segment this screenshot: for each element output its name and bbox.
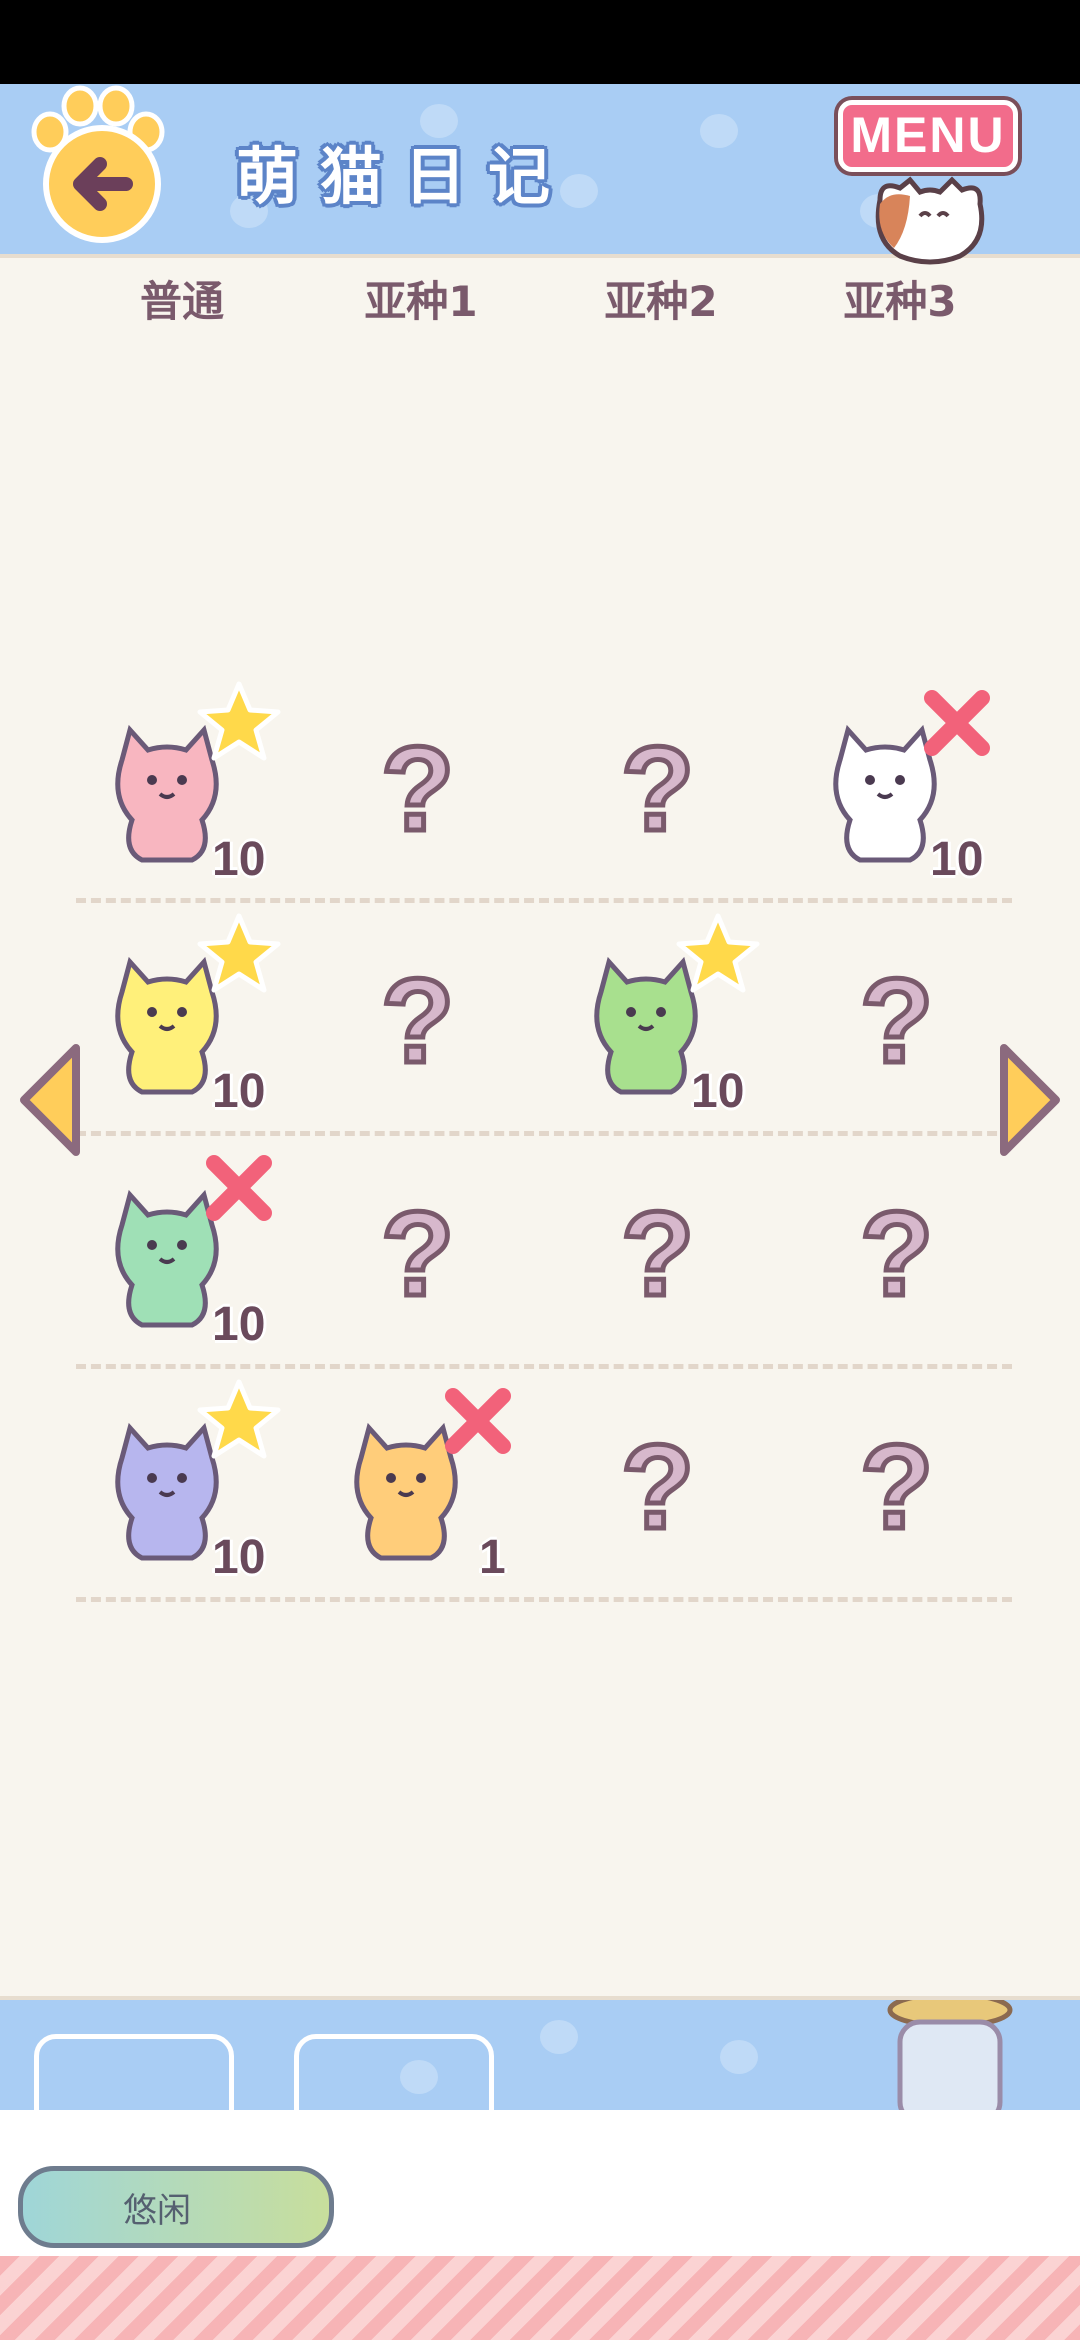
cross-badge-icon (206, 1155, 272, 1221)
prev-page-button[interactable] (16, 1040, 86, 1160)
unknown-cat-question-mark: ? (378, 952, 456, 1091)
cat-count: 10 (691, 1065, 745, 1118)
back-button[interactable] (18, 84, 178, 244)
cat-cell[interactable]: ? (541, 670, 781, 902)
cat-count: 10 (930, 833, 984, 886)
unknown-cat-question-mark: ? (618, 1418, 696, 1557)
cat-count: 10 (212, 1065, 266, 1118)
tab-subspecies-3[interactable]: 亚种3 (780, 268, 1020, 329)
cat-cell[interactable]: ? (780, 1135, 1020, 1367)
next-page-button[interactable] (994, 1040, 1064, 1160)
cat-cell[interactable]: ? (301, 902, 541, 1134)
tab-subspecies-2[interactable]: 亚种2 (541, 268, 781, 329)
bottom-bar (0, 1996, 1080, 2114)
cat-cell[interactable]: ? (301, 670, 541, 902)
star-badge-icon (197, 681, 281, 761)
status-label: 悠闲 (123, 2191, 191, 2231)
triangle-left-icon (20, 1044, 80, 1156)
unknown-cat-question-mark: ? (378, 720, 456, 859)
page-title: 萌猫日记 (236, 140, 573, 213)
menu-button[interactable]: MENU (820, 84, 1020, 274)
unknown-cat-question-mark: ? (857, 1418, 935, 1557)
cat-cell[interactable]: ? (301, 1135, 541, 1367)
cat-count: 10 (212, 1531, 266, 1584)
cat-cell[interactable]: 10 (780, 670, 1020, 902)
cat-cell[interactable]: 10 (62, 902, 302, 1134)
cat-count: 1 (479, 1531, 506, 1584)
cat-cell[interactable]: ? (780, 902, 1020, 1134)
slot-frame[interactable] (34, 2034, 234, 2114)
cat-cell[interactable]: 10 (62, 1135, 302, 1367)
status-bar (0, 0, 1080, 84)
cat-cell[interactable]: 1 (301, 1368, 541, 1600)
unknown-cat-question-mark: ? (857, 952, 935, 1091)
star-badge-icon (197, 1379, 281, 1459)
cat-status-pill[interactable]: 悠闲 (18, 2166, 334, 2248)
star-badge-icon (676, 913, 760, 993)
unknown-cat-question-mark: ? (857, 1185, 935, 1324)
cat-cell[interactable]: ? (780, 1368, 1020, 1600)
unknown-cat-question-mark: ? (618, 1185, 696, 1324)
star-badge-icon (197, 913, 281, 993)
slot-frame[interactable] (294, 2034, 494, 2114)
triangle-right-icon (1000, 1044, 1060, 1156)
unknown-cat-question-mark: ? (378, 1185, 456, 1324)
cross-badge-icon (924, 690, 990, 756)
cat-cell[interactable]: ? (541, 1368, 781, 1600)
unknown-cat-question-mark: ? (618, 720, 696, 859)
menu-label: MENU (838, 100, 1018, 172)
cat-cell[interactable]: 10 (62, 670, 302, 902)
paw-back-icon (31, 85, 165, 243)
jar-icon[interactable] (870, 1996, 1030, 2114)
tab-subspecies-1[interactable]: 亚种1 (301, 268, 541, 329)
cat-cell[interactable]: ? (541, 1135, 781, 1367)
cat-count: 10 (212, 1298, 266, 1351)
cat-cell[interactable]: 10 (541, 902, 781, 1134)
menu-cat-icon (875, 176, 985, 265)
cat-cell[interactable]: 10 (62, 1368, 302, 1600)
cat-count: 10 (212, 833, 266, 886)
striped-footer (0, 2256, 1080, 2340)
tab-normal[interactable]: 普通 (62, 268, 302, 329)
cross-badge-icon (445, 1388, 511, 1454)
tab-bar: 普通 亚种1 亚种2 亚种3 (0, 268, 1080, 338)
